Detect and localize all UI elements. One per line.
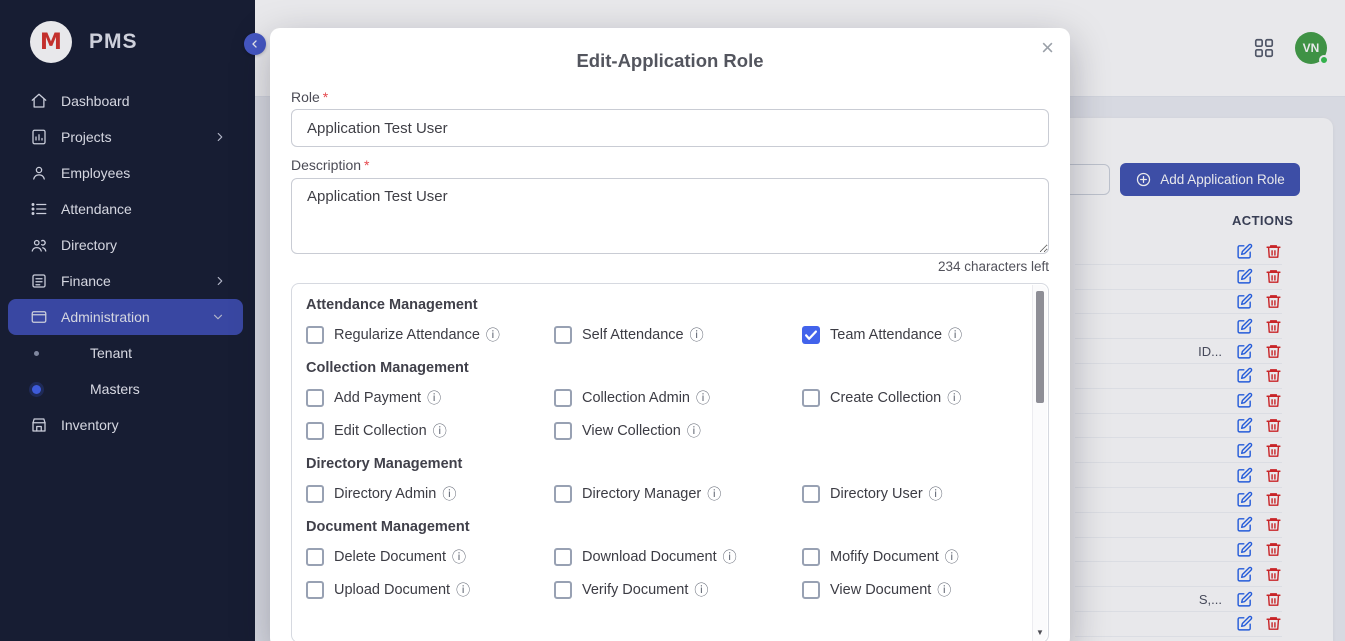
role-field-label: Role*	[291, 89, 328, 105]
checkbox-unchecked[interactable]	[554, 389, 572, 407]
permission-checkbox-item[interactable]: Delete Document ⓘ	[306, 547, 554, 567]
info-circle-icon[interactable]: ⓘ	[690, 325, 704, 345]
checkbox-unchecked[interactable]	[802, 548, 820, 566]
info-circle-icon[interactable]: ⓘ	[723, 547, 737, 567]
permission-checkbox-item[interactable]: View Document ⓘ	[802, 580, 1031, 600]
permission-label: Upload Document	[334, 582, 450, 598]
permission-checkbox-item[interactable]: Download Document ⓘ	[554, 547, 802, 567]
permission-checkbox-item[interactable]: Add Payment ⓘ	[306, 388, 554, 408]
permission-label: Mofify Document	[830, 549, 939, 565]
permission-label: Self Attendance	[582, 327, 684, 343]
role-label-text: Role	[291, 89, 320, 105]
characters-left-hint: 234 characters left	[938, 259, 1049, 274]
permission-label: View Document	[830, 582, 931, 598]
permission-label: Edit Collection	[334, 423, 427, 439]
checkbox-checked[interactable]	[802, 326, 820, 344]
permission-checkbox-item[interactable]: Directory Manager ⓘ	[554, 484, 802, 504]
permission-label: View Collection	[582, 423, 681, 439]
info-circle-icon[interactable]: ⓘ	[945, 547, 959, 567]
scroll-down-arrow-icon[interactable]: ▼	[1033, 628, 1047, 637]
checkbox-unchecked[interactable]	[306, 389, 324, 407]
permission-label: Download Document	[582, 549, 717, 565]
permission-checkbox-item[interactable]: Upload Document ⓘ	[306, 580, 554, 600]
permission-checkbox-item[interactable]: Mofify Document ⓘ	[802, 547, 1031, 567]
info-circle-icon[interactable]: ⓘ	[687, 421, 701, 441]
permission-sections: Attendance Management Regularize Attendan…	[293, 285, 1031, 641]
permission-section-heading: Attendance Management	[306, 297, 1031, 313]
dialog-title: Edit-Application Role	[270, 50, 1070, 72]
checkbox-unchecked[interactable]	[802, 485, 820, 503]
checkbox-unchecked[interactable]	[554, 581, 572, 599]
permission-label: Add Payment	[334, 390, 421, 406]
checkbox-unchecked[interactable]	[554, 326, 572, 344]
permission-checkbox-item[interactable]: View Collection ⓘ	[554, 421, 802, 441]
checkbox-unchecked[interactable]	[554, 548, 572, 566]
permission-section-heading: Directory Management	[306, 456, 1031, 472]
permission-label: Directory Manager	[582, 486, 701, 502]
info-circle-icon[interactable]: ⓘ	[442, 484, 456, 504]
scrollbar-track[interactable]: ▼	[1032, 285, 1047, 641]
info-circle-icon[interactable]: ⓘ	[947, 388, 961, 408]
description-field-label: Description*	[291, 157, 369, 173]
info-circle-icon[interactable]: ⓘ	[696, 388, 710, 408]
permission-label: Collection Admin	[582, 390, 690, 406]
permission-checkbox-item[interactable]: Team Attendance ⓘ	[802, 325, 1031, 345]
role-input[interactable]	[291, 109, 1049, 147]
checkbox-unchecked[interactable]	[306, 581, 324, 599]
checkbox-unchecked[interactable]	[306, 326, 324, 344]
scrollbar-thumb[interactable]	[1036, 291, 1044, 403]
permission-label: Create Collection	[830, 390, 941, 406]
info-circle-icon[interactable]: ⓘ	[456, 580, 470, 600]
description-label-text: Description	[291, 157, 361, 173]
permission-checkbox-item[interactable]: Regularize Attendance ⓘ	[306, 325, 554, 345]
permission-checkbox-item[interactable]: Edit Collection ⓘ	[306, 421, 554, 441]
permission-section: Collection ManagementAdd PaymentⓘCollect…	[306, 360, 1031, 441]
checkbox-unchecked[interactable]	[802, 389, 820, 407]
checkbox-unchecked[interactable]	[306, 548, 324, 566]
info-circle-icon[interactable]: ⓘ	[486, 325, 500, 345]
checkbox-unchecked[interactable]	[554, 485, 572, 503]
permission-section: Document ManagementDelete DocumentⓘDownl…	[306, 519, 1031, 600]
permissions-panel: Attendance Management Regularize Attendan…	[291, 283, 1049, 641]
info-circle-icon[interactable]: ⓘ	[427, 388, 441, 408]
info-circle-icon[interactable]: ⓘ	[707, 484, 721, 504]
checkbox-unchecked[interactable]	[554, 422, 572, 440]
permission-section-heading: Collection Management	[306, 360, 1031, 376]
required-marker: *	[323, 89, 328, 105]
checkbox-unchecked[interactable]	[306, 485, 324, 503]
info-circle-icon[interactable]: ⓘ	[433, 421, 447, 441]
permission-checkbox-item[interactable]: Directory User ⓘ	[802, 484, 1031, 504]
permission-section: Directory ManagementDirectory AdminⓘDire…	[306, 456, 1031, 504]
edit-application-role-dialog: × Edit-Application Role Role* Descriptio…	[270, 28, 1070, 641]
permission-label: Regularize Attendance	[334, 327, 480, 343]
info-circle-icon[interactable]: ⓘ	[694, 580, 708, 600]
permission-section: Attendance Management Regularize Attendan…	[306, 297, 1031, 345]
info-circle-icon[interactable]: ⓘ	[452, 547, 466, 567]
permission-checkbox-item[interactable]: Create Collection ⓘ	[802, 388, 1031, 408]
info-circle-icon[interactable]: ⓘ	[929, 484, 943, 504]
checkbox-unchecked[interactable]	[306, 422, 324, 440]
info-circle-icon[interactable]: ⓘ	[948, 325, 962, 345]
checkbox-unchecked[interactable]	[802, 581, 820, 599]
permission-checkbox-item[interactable]: Directory Admin ⓘ	[306, 484, 554, 504]
permission-label: Team Attendance	[830, 327, 942, 343]
permission-checkbox-item[interactable]: Collection Admin ⓘ	[554, 388, 802, 408]
permission-label: Directory User	[830, 486, 923, 502]
required-marker: *	[364, 157, 369, 173]
check-icon	[802, 326, 820, 344]
permission-label: Directory Admin	[334, 486, 436, 502]
permission-checkbox-item[interactable]: Self Attendance ⓘ	[554, 325, 802, 345]
info-circle-icon[interactable]: ⓘ	[937, 580, 951, 600]
permission-section-heading: Document Management	[306, 519, 1031, 535]
description-textarea[interactable]	[291, 178, 1049, 254]
permission-label: Verify Document	[582, 582, 688, 598]
permission-checkbox-item[interactable]: Verify Document ⓘ	[554, 580, 802, 600]
permission-label: Delete Document	[334, 549, 446, 565]
